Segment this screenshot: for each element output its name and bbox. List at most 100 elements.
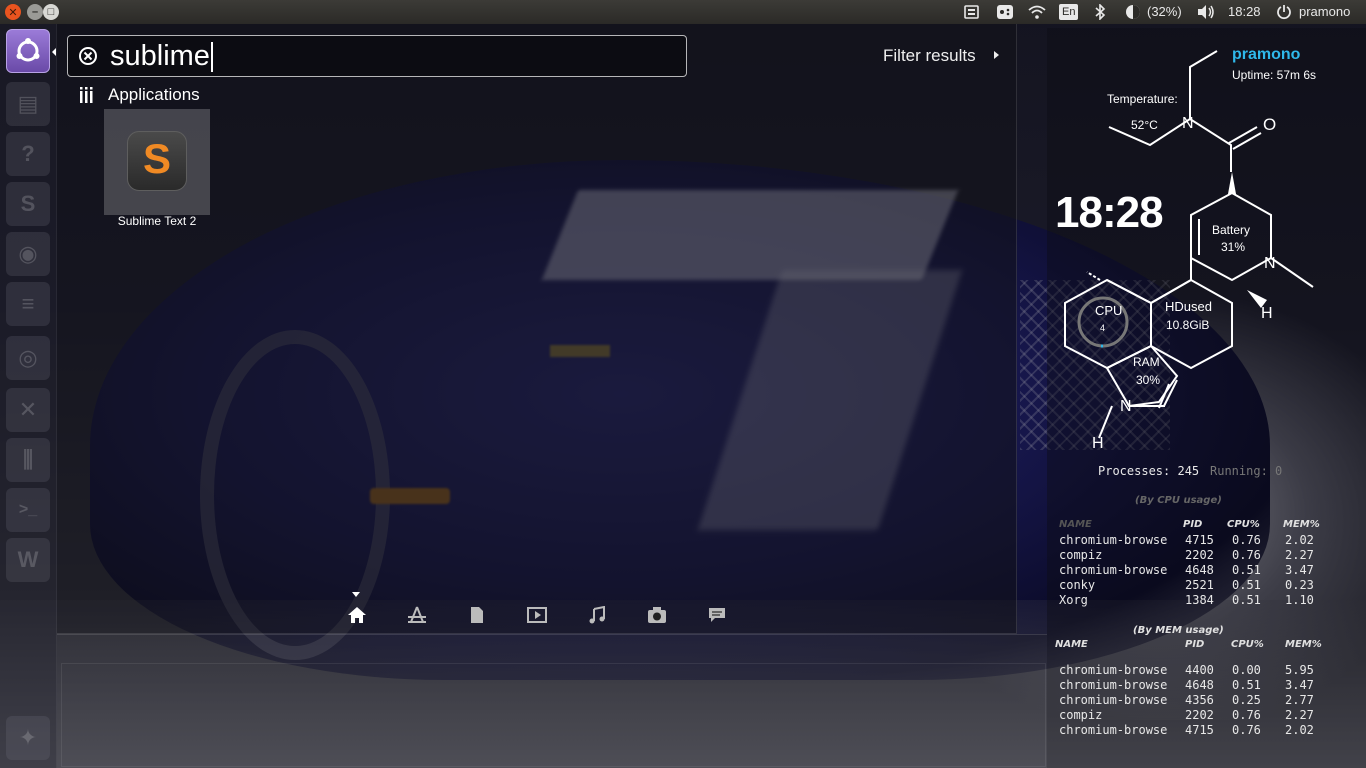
process-cell: 4715 (1185, 533, 1214, 547)
process-cell: 0.51 (1232, 563, 1261, 577)
conky-widget: pramono Uptime: 57m 6s Temperature: 52°C… (1047, 28, 1366, 768)
process-cell: 1384 (1185, 593, 1214, 607)
process-cell: compiz (1059, 548, 1103, 562)
process-cell: 4400 (1185, 663, 1214, 677)
maximize-window-button[interactable]: □ (43, 4, 59, 20)
applications-category-icon (80, 87, 93, 103)
hydrogen-atom-1: H (1261, 305, 1273, 322)
process-cell: chromium-browse (1059, 723, 1168, 737)
process-cell: 2.27 (1285, 548, 1314, 562)
sublime-launcher-icon[interactable]: S (6, 182, 50, 226)
cpu-label: CPU (1095, 303, 1123, 318)
conky-clock: 18:28 (1055, 188, 1164, 237)
running-count: Running: 0 (1210, 464, 1283, 478)
panel-clock[interactable]: 18:28 (1228, 3, 1261, 21)
mixer-icon[interactable]: ⫼ (6, 438, 50, 482)
user-name[interactable]: pramono (1299, 3, 1350, 21)
battery-icon[interactable] (1124, 3, 1142, 21)
process-cell: 0.76 (1232, 723, 1261, 737)
volume-icon[interactable] (1196, 3, 1216, 21)
category-heading: Applications (108, 85, 200, 104)
nitrogen-atom-2: N (1264, 255, 1276, 272)
battery-label: Battery (1212, 223, 1251, 237)
music-lens-icon[interactable] (587, 606, 607, 624)
process-cell: 2.02 (1285, 533, 1314, 547)
search-input[interactable]: sublime (110, 38, 213, 74)
home-lens-icon[interactable] (347, 606, 367, 624)
process-cell: chromium-browse (1059, 563, 1168, 577)
social-lens-icon[interactable] (707, 606, 727, 624)
video-lens-icon[interactable] (527, 606, 547, 624)
conky-uptime: Uptime: 57m 6s (1232, 68, 1317, 82)
filter-arrow-icon[interactable] (994, 51, 999, 59)
process-cell: 2521 (1185, 578, 1214, 592)
help-icon[interactable]: ? (6, 132, 50, 176)
process-cell: 3.47 (1285, 563, 1314, 577)
dash-preview-area (57, 634, 1047, 768)
dash-home-button[interactable] (6, 29, 50, 73)
dock-icon[interactable]: ≡ (6, 282, 50, 326)
terminal-icon[interactable]: >_ (6, 488, 50, 532)
ubuntu-logo-icon (16, 38, 40, 62)
battery-percentage: (32%) (1147, 4, 1182, 19)
top-panel: ✕ – □ En (32%) 18:28 pramono (0, 0, 1366, 24)
bluetooth-icon[interactable] (1094, 3, 1106, 21)
close-window-button[interactable]: ✕ (5, 4, 21, 20)
result-label[interactable]: Sublime Text 2 (97, 214, 217, 228)
launcher: ▤ ? S ◉ ≡ ◎ ✕ ⫼ >_ W ✦ (0, 24, 57, 768)
processes-count: Processes: 245 (1098, 464, 1200, 478)
gamepad-indicator-icon[interactable] (996, 3, 1014, 21)
keyboard-layout-indicator[interactable]: En (1059, 4, 1079, 20)
nitrogen-atom-3: N (1120, 398, 1132, 415)
process-cell: 2202 (1185, 708, 1214, 722)
conky-username: pramono (1232, 46, 1301, 63)
minimize-window-button[interactable]: – (27, 4, 43, 20)
process-cell: compiz (1059, 708, 1103, 722)
process-cell: 0.00 (1232, 663, 1261, 677)
process-cell: 5.95 (1285, 663, 1314, 677)
ram-label: RAM (1133, 355, 1160, 369)
process-cell: chromium-browse (1059, 693, 1168, 707)
table-header: MEM% (1285, 639, 1322, 650)
process-cell: chromium-browse (1059, 678, 1168, 692)
hdd-label: HDused (1165, 299, 1212, 314)
result-tile-sublime[interactable]: S (104, 109, 210, 215)
ram-value: 30% (1136, 373, 1161, 387)
clipboard-indicator-icon[interactable] (963, 3, 981, 21)
process-cell: 4356 (1185, 693, 1214, 707)
molecule-diagram (1064, 50, 1314, 439)
power-icon[interactable] (1276, 3, 1292, 21)
table-header: CPU% (1231, 639, 1264, 650)
active-lens-indicator-icon (352, 592, 360, 597)
camera-icon[interactable]: ◎ (6, 336, 50, 380)
search-box[interactable]: sublime (67, 35, 687, 77)
dash-overlay: sublime Filter results Applications S Su… (57, 24, 1017, 634)
settings-icon[interactable]: ✦ (6, 716, 50, 760)
disc-icon[interactable]: ◉ (6, 232, 50, 276)
temperature-value: 52°C (1131, 118, 1158, 132)
table-header: CPU% (1227, 519, 1260, 530)
table-header: PID (1185, 639, 1205, 650)
writer-icon[interactable]: W (6, 538, 50, 582)
process-cell: 4648 (1185, 563, 1214, 577)
photo-lens-icon[interactable] (647, 606, 667, 624)
process-cell: 2202 (1185, 548, 1214, 562)
battery-value: 31% (1221, 240, 1246, 254)
table-header: MEM% (1283, 519, 1320, 530)
wifi-icon[interactable] (1027, 3, 1047, 21)
process-cell: 3.47 (1285, 678, 1314, 692)
tools-icon[interactable]: ✕ (6, 388, 50, 432)
files-lens-icon[interactable] (467, 606, 487, 624)
process-cell: 0.76 (1232, 548, 1261, 562)
process-cell: chromium-browse (1059, 533, 1168, 547)
table-header: PID (1183, 519, 1203, 530)
clear-search-icon[interactable] (78, 46, 98, 66)
process-cell: 2.77 (1285, 693, 1314, 707)
filter-results-button[interactable]: Filter results (883, 46, 976, 66)
files-icon[interactable]: ▤ (6, 82, 50, 126)
nitrogen-atom-1: N (1182, 115, 1194, 132)
cpu-process-table: NAME PID CPU% MEM% chromium-browse 4715 0.… (1059, 519, 1359, 619)
process-cell: 0.51 (1232, 578, 1261, 592)
process-cell: 0.25 (1232, 693, 1261, 707)
applications-lens-icon[interactable] (407, 606, 427, 624)
